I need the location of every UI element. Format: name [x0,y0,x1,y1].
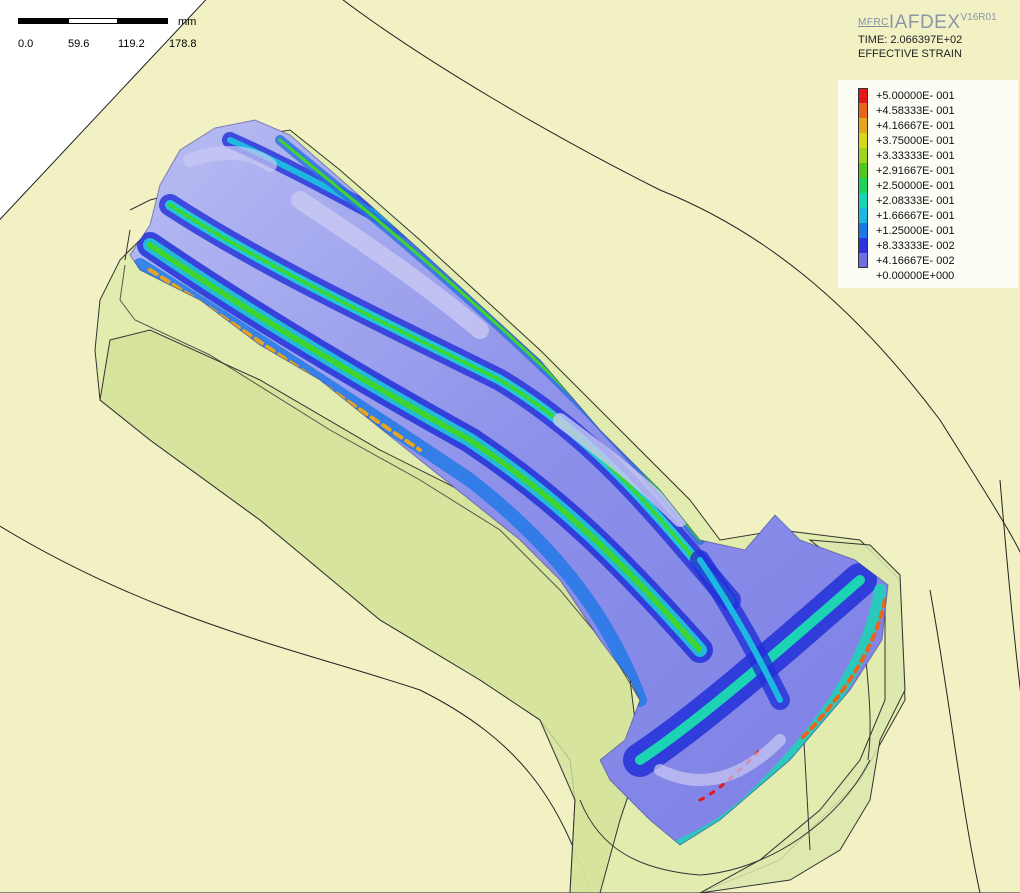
legend-entry: +2.08333E- 001 [858,193,955,208]
legend-swatch [858,133,868,148]
legend-swatch [858,103,868,118]
brand-company: MFRC [858,17,889,28]
legend-swatch [858,253,868,268]
legend-swatch [858,178,868,193]
legend-entry: +5.00000E- 001 [858,88,955,103]
scale-tick-1: 59.6 [68,38,90,50]
legend-entry: +0.00000E+000 [858,268,954,283]
legend-label: +4.58333E- 001 [876,104,955,117]
scale-unit: mm [178,16,197,28]
color-legend: +5.00000E- 001 +4.58333E- 001 +4.16667E-… [838,80,1018,288]
legend-label: +3.33333E- 001 [876,149,955,162]
legend-label: +2.91667E- 001 [876,164,955,177]
legend-label: +3.75000E- 001 [876,134,955,147]
legend-swatch [858,88,868,103]
legend-label: +8.33333E- 002 [876,239,955,252]
brand-version: V16R01 [960,12,997,23]
legend-swatch [858,118,868,133]
legend-entry: +3.75000E- 001 [858,133,955,148]
scale-segment-1 [18,18,68,24]
legend-entry: +4.58333E- 001 [858,103,955,118]
legend-label: +2.08333E- 001 [876,194,955,207]
legend-entry: +4.16667E- 002 [858,253,955,268]
scale-tick-3: 178.8 [169,38,197,50]
legend-entry: +8.33333E- 002 [858,238,955,253]
legend-entry: +1.25000E- 001 [858,223,955,238]
brand-logo: MFRC IAFDEX V16R01 [858,12,1018,33]
legend-label: +2.50000E- 001 [876,179,955,192]
legend-entry: +3.33333E- 001 [858,148,955,163]
brand-product: IAFDEX [888,12,961,33]
legend-label: +5.00000E- 001 [876,89,955,102]
legend-entry: +2.50000E- 001 [858,178,955,193]
legend-swatch [858,193,868,208]
legend-entry: +1.66667E- 001 [858,208,955,223]
scale-segment-2 [68,18,118,24]
legend-swatch [858,148,868,163]
legend-swatch [858,208,868,223]
legend-entry: +2.91667E- 001 [858,163,955,178]
legend-label: +4.16667E- 002 [876,254,955,267]
legend-label: +1.66667E- 001 [876,209,955,222]
result-header: MFRC IAFDEX V16R01 TIME: 2.066397E+02 EF… [858,12,1018,61]
legend-swatch [858,238,868,253]
legend-entry: +4.16667E- 001 [858,118,955,133]
legend-label: +4.16667E- 001 [876,119,955,132]
variable-name: EFFECTIVE STRAIN [858,48,962,60]
time-readout: TIME: 2.066397E+02 [858,34,963,46]
scale-tick-0: 0.0 [18,38,34,50]
scale-bar: mm 0.0 59.6 119.2 178.8 [18,14,218,54]
scale-tick-2: 119.2 [118,38,145,50]
scale-segment-3 [118,18,168,24]
legend-label: +1.25000E- 001 [876,224,955,237]
legend-swatch [858,163,868,178]
legend-label: +0.00000E+000 [876,269,955,282]
legend-swatch [858,223,868,238]
